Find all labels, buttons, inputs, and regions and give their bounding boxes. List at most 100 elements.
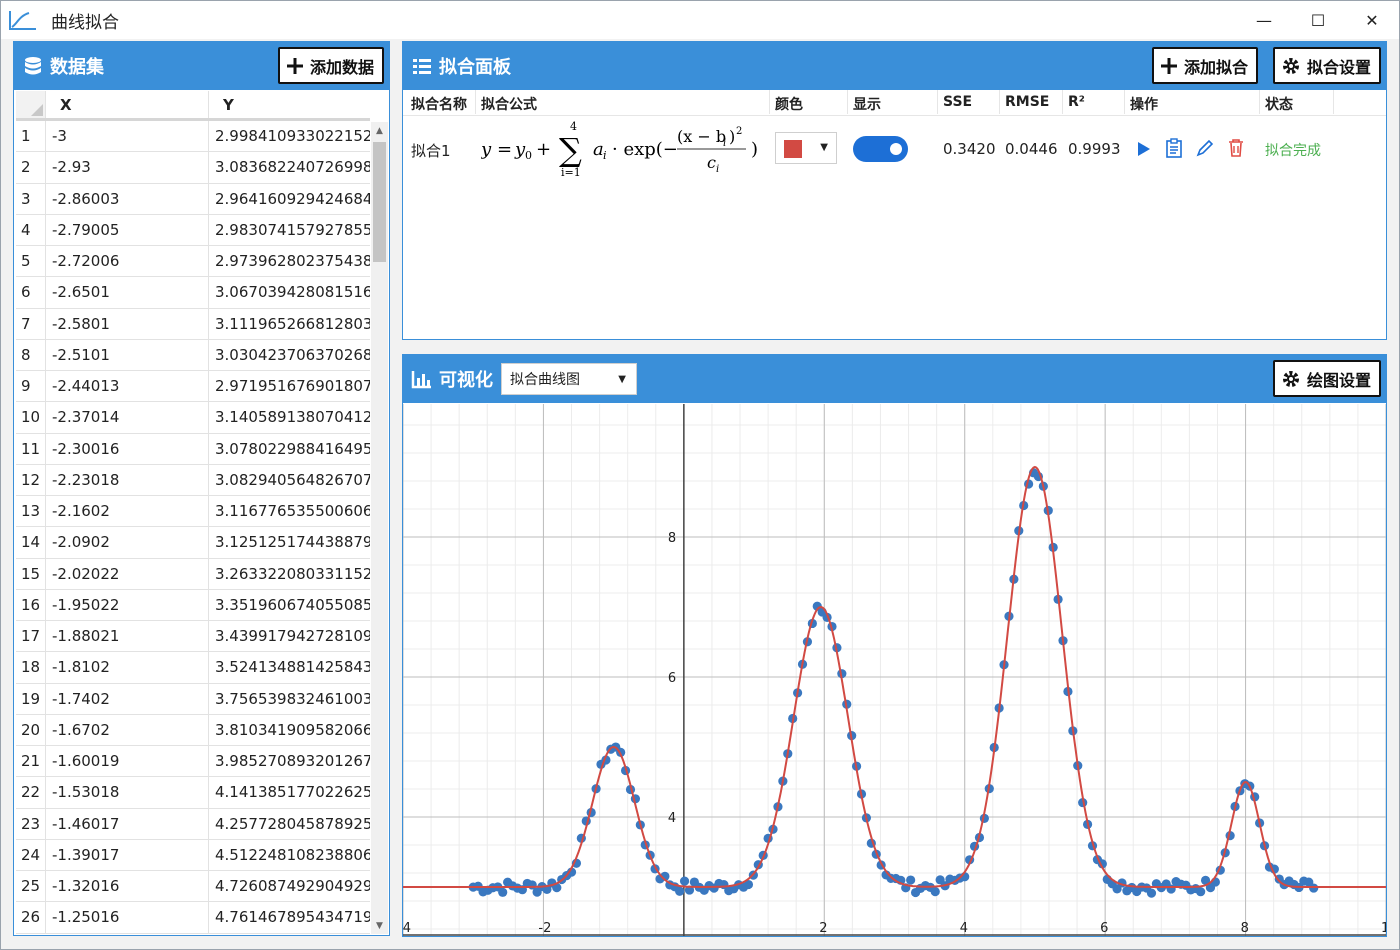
cell-x[interactable]: -2.93 [46, 152, 209, 183]
cell-y[interactable]: 4.141385177022625 [209, 777, 370, 807]
table-row[interactable]: 4 -2.79005 2.983074157927855 [16, 214, 370, 246]
table-row[interactable]: 23 -1.46017 4.257728045878925 [16, 808, 370, 840]
cell-y[interactable]: 4.512248108238806 [209, 840, 370, 870]
plot-settings-button[interactable]: 绘图设置 [1272, 360, 1381, 397]
data-table[interactable]: X Y 1 -3 2.998410933022152 2 -2.93 3.08368224… [16, 91, 370, 934]
table-row[interactable]: 16 -1.95022 3.351960674055085 [16, 589, 370, 621]
fit-settings-button[interactable]: 拟合设置 [1272, 47, 1381, 84]
trash-icon[interactable] [1227, 138, 1245, 158]
cell-y[interactable]: 2.973962802375438 [209, 246, 370, 276]
cell-y[interactable]: 3.756539832461003 [209, 684, 370, 714]
clipboard-icon[interactable] [1165, 138, 1183, 158]
cell-y[interactable]: 3.116776535500606 [209, 496, 370, 526]
cell-y[interactable]: 2.983074157927855 [209, 215, 370, 245]
cell-x[interactable]: -2.37014 [46, 402, 209, 433]
table-row[interactable]: 7 -2.5801 3.111965266812803 [16, 308, 370, 340]
cell-x[interactable]: -2.5101 [46, 339, 209, 370]
cell-y[interactable]: 3.030423706370268 [209, 340, 370, 370]
visibility-toggle[interactable] [853, 136, 908, 162]
table-row[interactable]: 9 -2.44013 2.971951676901807 [16, 371, 370, 403]
table-row[interactable]: 24 -1.39017 4.512248108238806 [16, 839, 370, 871]
cell-y[interactable]: 3.263322080331152 [209, 559, 370, 589]
scroll-thumb[interactable] [373, 142, 386, 262]
maximize-button[interactable]: ☐ [1291, 1, 1345, 39]
cell-x[interactable]: -1.7402 [46, 683, 209, 714]
cell-x[interactable]: -2.44013 [46, 371, 209, 402]
cell-y[interactable]: 2.998410933022152 [209, 121, 370, 151]
table-row[interactable]: 11 -2.30016 3.078022988416495 [16, 433, 370, 465]
table-row[interactable]: 2 -2.93 3.083682240726998 [16, 152, 370, 184]
select-all-corner[interactable] [16, 91, 46, 118]
add-fit-button[interactable]: 添加拟合 [1151, 47, 1258, 84]
cell-x[interactable]: -2.30016 [46, 433, 209, 464]
cell-y[interactable]: 3.067039428081516 [209, 277, 370, 307]
cell-x[interactable]: -2.02022 [46, 558, 209, 589]
cell-y[interactable]: 3.083682240726998 [209, 152, 370, 182]
table-row[interactable]: 21 -1.60019 3.985270893201267 [16, 746, 370, 778]
table-scrollbar[interactable]: ▲ ▼ [371, 122, 388, 934]
table-row[interactable]: 6 -2.6501 3.067039428081516 [16, 277, 370, 309]
table-row[interactable]: 14 -2.0902 3.125125174438879 [16, 527, 370, 559]
cell-y[interactable]: 3.125125174438879 [209, 527, 370, 557]
cell-x[interactable]: -1.6702 [46, 714, 209, 745]
table-row[interactable]: 20 -1.6702 3.810341909582066 [16, 714, 370, 746]
cell-y[interactable]: 3.078022988416495 [209, 434, 370, 464]
table-row[interactable]: 15 -2.02022 3.263322080331152 [16, 558, 370, 590]
cell-y[interactable]: 4.257728045878925 [209, 809, 370, 839]
cell-x[interactable]: -1.25016 [46, 902, 209, 933]
cell-x[interactable]: -2.23018 [46, 464, 209, 495]
table-row[interactable]: 26 -1.25016 4.761467895434719 [16, 902, 370, 934]
table-row[interactable]: 19 -1.7402 3.756539832461003 [16, 683, 370, 715]
table-row[interactable]: 13 -2.1602 3.116776535500606 [16, 496, 370, 528]
cell-x[interactable]: -1.32016 [46, 871, 209, 902]
table-row[interactable]: 12 -2.23018 3.082940564826707 [16, 464, 370, 496]
cell-x[interactable]: -1.95022 [46, 589, 209, 620]
table-row[interactable]: 17 -1.88021 3.439917942728109 [16, 621, 370, 653]
scroll-down-arrow[interactable]: ▼ [371, 917, 388, 934]
cell-y[interactable]: 3.111965266812803 [209, 309, 370, 339]
close-button[interactable]: ✕ [1345, 1, 1399, 39]
cell-x[interactable]: -1.88021 [46, 621, 209, 652]
table-row[interactable]: 5 -2.72006 2.973962802375438 [16, 246, 370, 278]
add-data-button[interactable]: 添加数据 [277, 47, 384, 84]
cell-x[interactable]: -2.5801 [46, 308, 209, 339]
table-row[interactable]: 3 -2.86003 2.964160929424684 [16, 183, 370, 215]
table-row[interactable]: 25 -1.32016 4.726087492904929 [16, 871, 370, 903]
color-picker[interactable]: ▼ [775, 132, 837, 164]
scroll-up-arrow[interactable]: ▲ [371, 122, 388, 139]
cell-y[interactable]: 2.964160929424684 [209, 184, 370, 214]
table-row[interactable]: 1 -3 2.998410933022152 [16, 121, 370, 153]
cell-x[interactable]: -1.39017 [46, 839, 209, 870]
cell-y[interactable]: 3.140589138070412 [209, 402, 370, 432]
cell-x[interactable]: -1.46017 [46, 808, 209, 839]
fit-chart[interactable]: -4 -2 2 4 6 8 10 4 6 8 [403, 404, 1386, 936]
cell-y[interactable]: 3.985270893201267 [209, 746, 370, 776]
minimize-button[interactable]: — [1237, 1, 1291, 39]
fit-row[interactable]: 拟合1 y = y 0 + 4 ∑ i=1 a i · exp(− (x − b… [403, 118, 1386, 180]
cell-x[interactable]: -2.79005 [46, 214, 209, 245]
cell-y[interactable]: 3.439917942728109 [209, 621, 370, 651]
table-row[interactable]: 10 -2.37014 3.140589138070412 [16, 402, 370, 434]
cell-y[interactable]: 3.524134881425843 [209, 652, 370, 682]
view-select[interactable]: 拟合曲线图 ▼ [501, 363, 637, 395]
cell-y[interactable]: 3.351960674055085 [209, 590, 370, 620]
cell-y[interactable]: 4.726087492904929 [209, 871, 370, 901]
table-row[interactable]: 8 -2.5101 3.030423706370268 [16, 339, 370, 371]
cell-x[interactable]: -1.60019 [46, 746, 209, 777]
cell-x[interactable]: -2.1602 [46, 496, 209, 527]
cell-x[interactable]: -2.86003 [46, 183, 209, 214]
cell-x[interactable]: -2.0902 [46, 527, 209, 558]
cell-y[interactable]: 3.810341909582066 [209, 715, 370, 745]
cell-y[interactable]: 3.082940564826707 [209, 465, 370, 495]
cell-x[interactable]: -2.72006 [46, 246, 209, 277]
cell-x[interactable]: -2.6501 [46, 277, 209, 308]
table-row[interactable]: 22 -1.53018 4.141385177022625 [16, 777, 370, 809]
column-header-y[interactable]: Y [209, 91, 370, 118]
pencil-icon[interactable] [1195, 138, 1215, 158]
cell-x[interactable]: -1.53018 [46, 777, 209, 808]
cell-y[interactable]: 2.971951676901807 [209, 371, 370, 401]
cell-y[interactable]: 4.761467895434719 [209, 902, 370, 932]
cell-x[interactable]: -3 [46, 121, 209, 152]
play-icon[interactable] [1136, 140, 1152, 158]
cell-x[interactable]: -1.8102 [46, 652, 209, 683]
